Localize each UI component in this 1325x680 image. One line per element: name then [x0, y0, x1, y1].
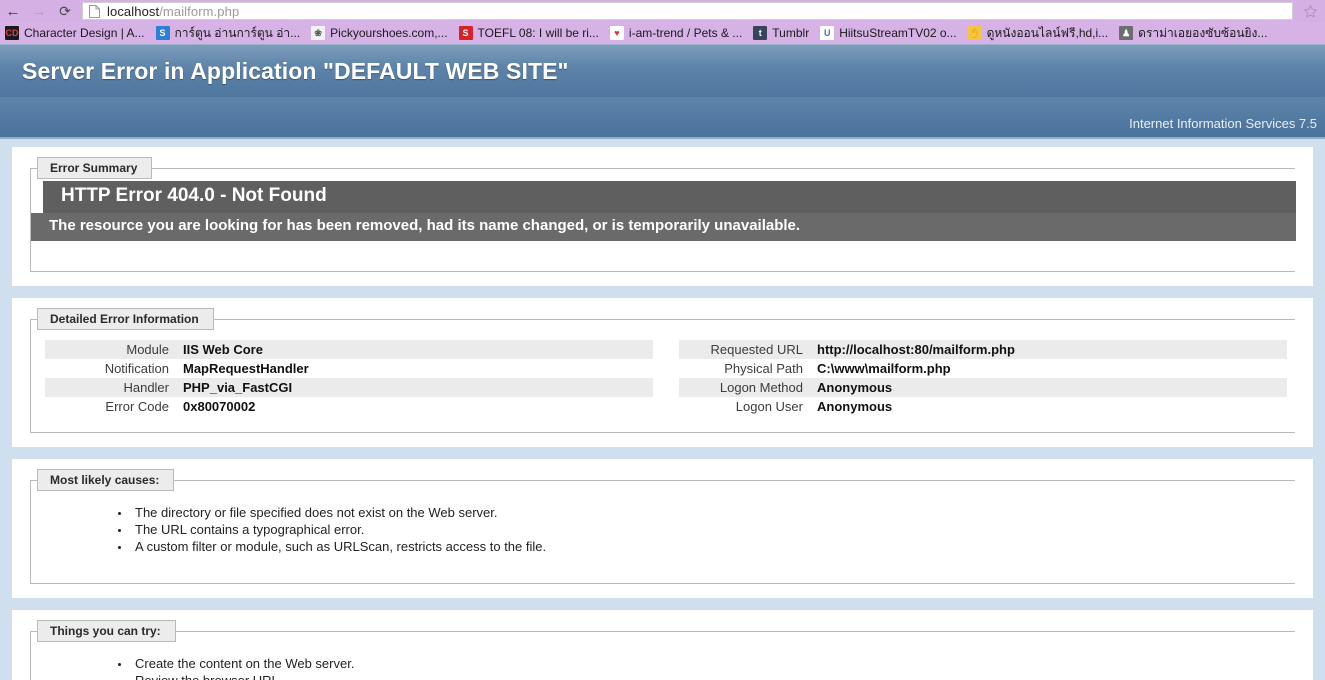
detail-label: Requested URL	[679, 340, 811, 360]
browser-chrome: ← → ⟳ localhost/mailform.php CD Character…	[0, 0, 1325, 44]
detailed-error-panel: Detailed Error Information Module IIS Web…	[12, 298, 1313, 448]
error-heading: HTTP Error 404.0 - Not Found	[43, 181, 1296, 213]
most-likely-causes-legend: Most likely causes:	[37, 469, 175, 492]
page-document-icon	[89, 4, 100, 18]
iis-error-page: Server Error in Application "DEFAULT WEB…	[0, 44, 1325, 680]
detail-label: Logon Method	[679, 378, 811, 398]
iis-version-label: Internet Information Services 7.5	[1129, 116, 1317, 131]
bookmark-item[interactable]: U HiitsuStreamTV02 o...	[817, 23, 962, 43]
url-path: /mailform.php	[159, 3, 240, 19]
bookmark-label: การ์ตูน อ่านการ์ตูน อ่า...	[174, 25, 301, 40]
table-row: Notification MapRequestHandler	[45, 359, 653, 378]
detail-value: Anonymous	[817, 399, 893, 415]
table-row: Physical Path C:\www\mailform.php	[679, 359, 1287, 378]
detail-label: Notification	[104, 361, 169, 377]
address-bar-url: localhost/mailform.php	[107, 4, 239, 19]
iis-content: Error Summary HTTP Error 404.0 - Not Fou…	[0, 139, 1325, 680]
url-host: localhost	[107, 3, 160, 19]
bookmark-favicon-icon: CD	[5, 26, 19, 40]
detail-value: PHP_via_FastCGI	[177, 378, 653, 398]
most-likely-causes-list: The directory or file specified does not…	[31, 505, 1295, 555]
bookmark-label: Pickyourshoes.com,...	[330, 26, 448, 40]
table-row: Requested URL http://localhost:80/mailfor…	[679, 340, 1287, 360]
table-row: Logon Method Anonymous	[679, 378, 1287, 398]
bookmark-item[interactable]: ♥ i-am-trend / Pets & ...	[607, 23, 748, 43]
bookmarks-bar: CD Character Design | A... S การ์ตูน อ่านกา…	[0, 22, 1325, 44]
bookmark-favicon-icon: t	[753, 26, 768, 40]
bookmark-favicon-icon: S	[458, 26, 473, 40]
detail-label: Physical Path	[724, 361, 803, 377]
detail-value: http://localhost:80/mailform.php	[811, 340, 1287, 360]
bookmark-label: Tumblr	[772, 26, 810, 40]
bookmark-item[interactable]: t Tumblr	[750, 23, 815, 43]
back-arrow-icon[interactable]: ←	[0, 0, 26, 22]
bookmark-star-icon[interactable]	[1295, 0, 1325, 22]
error-description: The resource you are looking for has bee…	[31, 212, 1296, 242]
bookmark-item[interactable]: ♟ ดราม่าเอยองซับซ้อนยิง...	[1116, 23, 1273, 43]
detailed-error-fieldset: Detailed Error Information Module IIS Web…	[30, 308, 1295, 434]
error-summary-legend: Error Summary	[37, 157, 153, 179]
table-row: Logon User Anonymous	[679, 397, 1287, 416]
detail-table-right: Requested URL http://localhost:80/mailfor…	[679, 340, 1287, 416]
detail-table-left: Module IIS Web Core Notification MapRequest…	[45, 340, 653, 416]
bookmark-label: TOEFL 08: I will be ri...	[477, 26, 599, 40]
detail-column-left: Module IIS Web Core Notification MapRequest…	[45, 340, 653, 416]
bookmark-label: ดราม่าเอยองซับซ้อนยิง...	[1138, 25, 1268, 40]
list-item: A custom filter or module, such as URLSc…	[131, 539, 1295, 556]
bookmark-favicon-icon: ❀	[311, 26, 326, 40]
list-item: Review the browser URL.	[131, 673, 1295, 680]
list-item: The URL contains a typographical error.	[131, 522, 1295, 539]
things-you-can-try-list: Create the content on the Web server.Rev…	[31, 656, 1295, 680]
bookmark-item[interactable]: S การ์ตูน อ่านการ์ตูน อ่า...	[153, 23, 307, 43]
bookmark-favicon-icon: ♟	[1119, 26, 1134, 40]
table-row: Module IIS Web Core	[45, 340, 653, 360]
detail-column-right: Requested URL http://localhost:80/mailfor…	[679, 340, 1287, 416]
detailed-error-legend: Detailed Error Information	[37, 308, 214, 331]
bookmark-item[interactable]: ❀ Pickyourshoes.com,...	[308, 23, 453, 43]
detail-value: C:\www\mailform.php	[817, 361, 951, 377]
bookmark-item[interactable]: S TOEFL 08: I will be ri...	[456, 23, 605, 43]
list-item: Create the content on the Web server.	[131, 656, 1295, 673]
error-summary-panel: Error Summary HTTP Error 404.0 - Not Fou…	[12, 147, 1313, 287]
table-row: Handler PHP_via_FastCGI	[45, 378, 653, 398]
detail-value: 0x80070002	[183, 399, 256, 415]
bookmark-label: ดูหนังออนไลน์ฟรี,hd,i...	[986, 25, 1109, 40]
detailed-error-columns: Module IIS Web Core Notification MapRequest…	[31, 330, 1295, 424]
error-summary-fieldset: Error Summary HTTP Error 404.0 - Not Fou…	[30, 157, 1296, 273]
detail-label: Handler	[45, 378, 177, 398]
detail-value: Anonymous	[811, 378, 1287, 398]
most-likely-causes-panel: Most likely causes: The directory or fil…	[12, 459, 1313, 599]
detail-value: MapRequestHandler	[183, 361, 309, 377]
table-row: Error Code 0x80070002	[45, 397, 653, 416]
most-likely-causes-fieldset: Most likely causes: The directory or fil…	[30, 469, 1295, 585]
bookmark-favicon-icon: ♥	[609, 26, 624, 40]
detail-label: Module	[45, 340, 177, 360]
detail-label: Error Code	[105, 399, 169, 415]
bookmark-favicon-icon: S	[155, 26, 170, 40]
error-banner-spacer	[43, 241, 1295, 256]
things-you-can-try-fieldset: Things you can try: Create the content o…	[30, 620, 1295, 680]
things-you-can-try-legend: Things you can try:	[37, 620, 176, 643]
detail-label: Logon User	[735, 399, 803, 415]
page-title: Server Error in Application "DEFAULT WEB…	[22, 57, 569, 84]
bookmark-label: Character Design | A...	[24, 26, 145, 40]
bookmark-item[interactable]: ✋ ดูหนังออนไลน์ฟรี,hd,i...	[965, 23, 1115, 43]
address-bar[interactable]: localhost/mailform.php	[82, 2, 1293, 20]
things-you-can-try-panel: Things you can try: Create the content o…	[12, 610, 1313, 680]
iis-subheader-bar: Internet Information Services 7.5	[0, 97, 1325, 139]
error-banner: HTTP Error 404.0 - Not Found The resourc…	[31, 181, 1296, 263]
list-item: The directory or file specified does not…	[131, 505, 1295, 522]
browser-toolbar: ← → ⟳ localhost/mailform.php	[0, 0, 1325, 22]
detail-value: IIS Web Core	[177, 340, 653, 360]
iis-header: Server Error in Application "DEFAULT WEB…	[0, 44, 1325, 97]
forward-arrow-icon[interactable]: →	[26, 0, 52, 22]
bookmark-favicon-icon: U	[820, 26, 835, 40]
bookmark-label: i-am-trend / Pets & ...	[628, 26, 743, 40]
bookmark-favicon-icon: ✋	[967, 26, 982, 40]
reload-icon[interactable]: ⟳	[52, 0, 78, 22]
bookmark-label: HiitsuStreamTV02 o...	[839, 26, 957, 40]
bookmark-item[interactable]: CD Character Design | A...	[2, 23, 151, 43]
